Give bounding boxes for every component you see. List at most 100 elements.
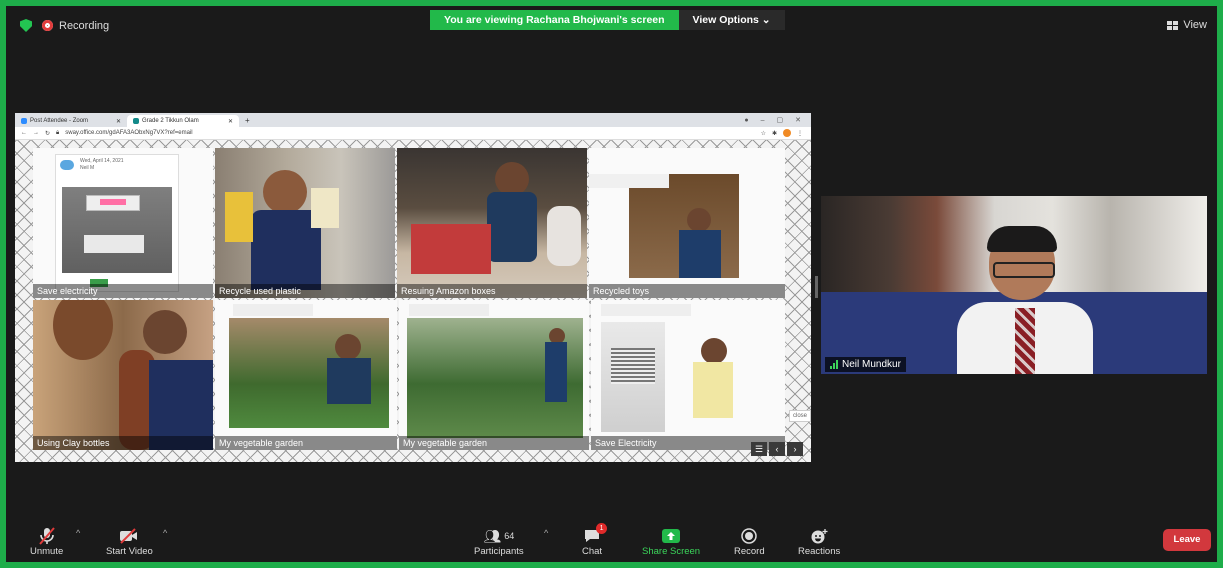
shared-browser-window[interactable]: Post Attendee - Zoom ✕ Grade 2 Tikkun Ol… [15, 113, 811, 462]
photo-tile[interactable]: Using Clay bottles [33, 300, 213, 450]
profile-avatar[interactable] [783, 129, 791, 137]
child-photo [495, 162, 529, 196]
browser-tab[interactable]: Post Attendee - Zoom ✕ [15, 115, 127, 127]
photo-tile[interactable]: Recycled toys [589, 148, 785, 298]
zoom-favicon-icon [21, 118, 27, 124]
video-off-icon [119, 526, 139, 546]
new-tab-icon[interactable]: + [239, 115, 256, 127]
unmute-button[interactable]: Unmute [30, 526, 63, 557]
participants-icon: 👥︎ [483, 527, 502, 544]
participant-name: Neil Mundkur [842, 359, 901, 370]
video-options-caret-icon[interactable]: ^ [163, 528, 167, 538]
sway-page: Wed, April 14, 2021 Neil M Save electric… [15, 140, 811, 462]
participants-label: Participants [474, 546, 524, 557]
child-photo [545, 342, 567, 402]
browser-tab-active[interactable]: Grade 2 Tikkun Olam ✕ [127, 115, 239, 127]
back-arrow-icon[interactable]: ← [21, 130, 27, 136]
dog-image [547, 206, 581, 266]
chat-badge: 1 [596, 523, 608, 534]
record-button[interactable]: Record [734, 526, 765, 557]
avatar [60, 160, 74, 170]
post-photo [62, 187, 172, 273]
recording-indicator[interactable]: Recording [42, 20, 109, 32]
forward-arrow-icon[interactable]: → [33, 130, 39, 136]
share-screen-button[interactable]: Share Screen [642, 526, 700, 557]
participant-glasses [993, 262, 1055, 278]
prev-arrow-icon[interactable]: ‹ [769, 442, 785, 456]
zoom-window: Recording You are viewing Rachana Bhojwa… [6, 6, 1217, 562]
tile-caption: Save electricity [33, 284, 213, 298]
participant-hair [987, 226, 1057, 252]
participant-tie [1015, 308, 1035, 374]
viewing-screen-text: You are viewing Rachana Bhojwani's scree… [430, 10, 679, 30]
photo-tile[interactable]: Resuing Amazon boxes [397, 148, 587, 298]
topbar-left: Recording [20, 19, 109, 32]
tile-caption: Resuing Amazon boxes [397, 284, 587, 298]
screen-share-banner: You are viewing Rachana Bhojwani's scree… [430, 10, 785, 30]
reload-icon[interactable]: ↻ [45, 130, 50, 137]
close-button[interactable]: close [789, 410, 811, 422]
muted-mic-icon [38, 526, 55, 546]
security-shield-icon[interactable] [20, 19, 32, 32]
more-menu-icon[interactable]: ⋮ [797, 130, 803, 137]
tile-caption: Using Clay bottles [33, 436, 213, 450]
window-controls: ● – ▢ ✕ [744, 113, 811, 127]
post-date: Wed, April 14, 2021 [80, 158, 124, 164]
participants-button[interactable]: 👥︎ 64 Participants [474, 526, 524, 558]
clay-bottle-image [53, 300, 113, 360]
record-icon [741, 526, 758, 546]
url-field[interactable]: sway.office.com/gdAFA3AObxNg7VX?ref=emai… [65, 130, 192, 136]
browser-tabstrip: Post Attendee - Zoom ✕ Grade 2 Tikkun Ol… [15, 113, 811, 127]
reactions-icon [810, 526, 828, 546]
tile-caption: Recycle used plastic [215, 284, 395, 298]
view-options-button[interactable]: View Options ⌄ [678, 10, 785, 30]
maximize-icon[interactable]: ▢ [777, 116, 784, 124]
child-photo [687, 208, 711, 232]
tile-caption: My vegetable garden [215, 436, 397, 450]
reactions-button[interactable]: Reactions [798, 526, 840, 557]
photo-tile[interactable]: My vegetable garden [215, 300, 397, 450]
participant-name-tag: Neil Mundkur [825, 357, 906, 372]
grid-view-icon [1167, 20, 1179, 30]
next-arrow-icon[interactable]: › [787, 442, 803, 456]
chat-icon-wrapper: 1 [583, 523, 608, 546]
record-circle-icon[interactable]: ● [744, 117, 748, 124]
recording-label: Recording [59, 19, 110, 32]
child-photo [335, 334, 361, 360]
photo-tile[interactable]: My vegetable garden [399, 300, 589, 450]
child-photo [263, 170, 307, 214]
tab-close-icon[interactable]: ✕ [116, 118, 121, 125]
tile-caption: Recycled toys [589, 284, 785, 298]
photo-tile[interactable]: Recycle used plastic [215, 148, 395, 298]
leave-button[interactable]: Leave [1163, 529, 1211, 551]
photo-tile[interactable]: Save Electricity [591, 300, 785, 450]
participants-caret-icon[interactable]: ^ [544, 528, 548, 538]
chevron-down-icon: ⌄ [761, 14, 771, 26]
extensions-icon[interactable]: ✱ [772, 130, 777, 137]
start-video-label: Start Video [106, 546, 153, 557]
photo-tile[interactable]: Wed, April 14, 2021 Neil M Save electric… [33, 148, 213, 298]
tile-caption: My vegetable garden [399, 436, 589, 450]
box-image [411, 224, 491, 274]
splitter-handle[interactable] [815, 276, 818, 298]
close-window-icon[interactable]: ✕ [795, 116, 801, 124]
post-author: Neil M [80, 165, 95, 171]
minimize-icon[interactable]: – [761, 117, 765, 124]
view-button[interactable]: View [1167, 19, 1207, 31]
view-options-label: View Options [692, 14, 759, 26]
start-video-button[interactable]: Start Video [106, 526, 153, 557]
tab-close-icon[interactable]: ✕ [228, 118, 233, 125]
chat-button[interactable]: 1 Chat [582, 523, 608, 557]
social-post: Wed, April 14, 2021 Neil M [55, 154, 179, 292]
unmute-label: Unmute [30, 546, 64, 557]
child-photo [143, 310, 187, 354]
lock-icon: 🔒︎ [56, 129, 60, 136]
participant-video[interactable]: Neil Mundkur [821, 196, 1207, 374]
slides-nav-icon[interactable]: ☰ [751, 442, 767, 456]
audio-options-caret-icon[interactable]: ^ [76, 528, 80, 538]
child-photo [327, 358, 371, 404]
post-text-image [409, 304, 489, 316]
child-photo [693, 362, 733, 418]
signal-bars-icon [830, 360, 838, 369]
star-icon[interactable]: ☆ [761, 130, 766, 137]
